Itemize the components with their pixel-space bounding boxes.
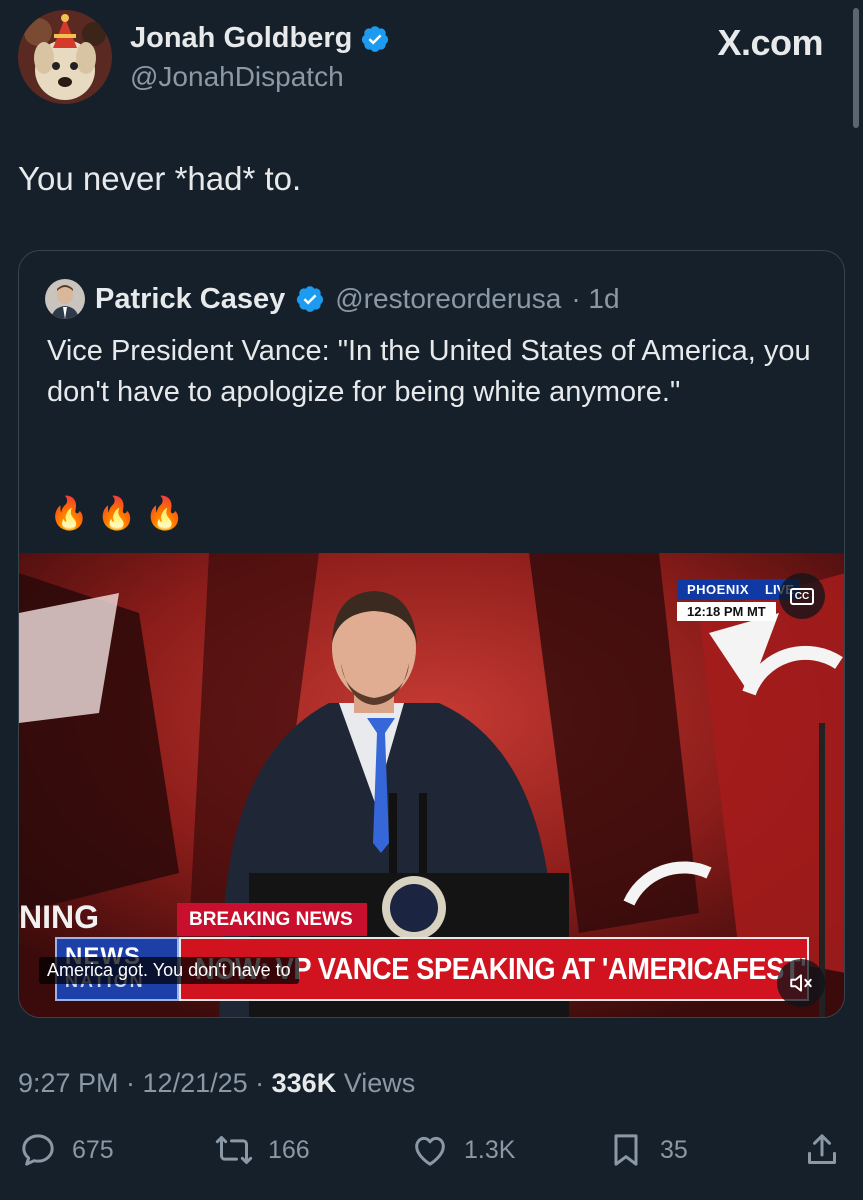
post-header: Jonah Goldberg @JonahDispatch X.com xyxy=(18,10,833,110)
author-name[interactable]: Jonah Goldberg xyxy=(130,22,352,55)
quoted-author-avatar[interactable] xyxy=(45,279,85,319)
muted-speaker-icon xyxy=(790,974,812,992)
reply-icon xyxy=(22,1134,54,1166)
post-timestamp[interactable]: 9:27 PM · 12/21/25 · xyxy=(18,1068,272,1098)
video-caption: America got. You don't have to xyxy=(39,957,299,984)
views-count: 336K xyxy=(271,1068,337,1098)
cc-icon: CC xyxy=(789,587,815,605)
repost-count: 166 xyxy=(268,1135,310,1164)
bookmark-button[interactable]: 35 xyxy=(606,1130,688,1170)
quoted-post[interactable]: Patrick Casey @restoreorderusa · 1d Vice… xyxy=(18,250,845,1018)
bookmark-icon xyxy=(614,1134,638,1166)
share-button[interactable] xyxy=(802,1130,842,1170)
fire-emoji: 🔥🔥🔥 xyxy=(49,495,193,531)
heart-icon xyxy=(415,1136,445,1166)
location-label: PHOENIX xyxy=(677,579,760,600)
author-handle[interactable]: @JonahDispatch xyxy=(130,61,390,93)
quoted-post-age: · 1d xyxy=(571,283,620,314)
author-name-row: Jonah Goldberg xyxy=(130,22,390,55)
site-label: X.com xyxy=(717,22,823,63)
author-avatar[interactable] xyxy=(18,10,112,104)
breaking-news-banner: BREAKING NEWS xyxy=(177,903,367,936)
video-player[interactable]: NING PHOENIXLIVE 12:18 PM MT CC BREAKING… xyxy=(19,553,844,1017)
post-meta: 9:27 PM · 12/21/25 · 336K Views xyxy=(18,1068,415,1099)
reply-button[interactable]: 675 xyxy=(18,1130,114,1170)
share-icon xyxy=(808,1134,836,1164)
closed-captions-button[interactable]: CC xyxy=(779,573,825,619)
post-text: You never *had* to. xyxy=(18,160,302,197)
views-label: Views xyxy=(336,1068,416,1098)
author-block: Jonah Goldberg @JonahDispatch xyxy=(130,22,390,93)
verified-badge-icon xyxy=(297,286,324,312)
reply-count: 675 xyxy=(72,1135,114,1164)
scrollbar[interactable] xyxy=(853,8,859,128)
background-signage-text: NING xyxy=(19,899,99,935)
broadcast-time: 12:18 PM MT xyxy=(677,602,776,621)
quoted-author-name[interactable]: Patrick Casey xyxy=(95,283,285,316)
like-button[interactable]: 1.3K xyxy=(410,1130,515,1170)
bookmark-count: 35 xyxy=(660,1135,688,1164)
quoted-post-text: Vice President Vance: "In the United Sta… xyxy=(47,335,811,408)
action-bar: 675 166 1.3K 35 xyxy=(18,1130,845,1180)
repost-button[interactable]: 166 xyxy=(214,1130,310,1170)
quoted-author-handle[interactable]: @restoreorderusa xyxy=(335,283,561,315)
repost-icon xyxy=(215,1136,253,1164)
verified-badge-icon xyxy=(362,25,389,52)
quoted-post-header: Patrick Casey @restoreorderusa · 1d xyxy=(45,279,620,319)
mute-button[interactable] xyxy=(777,959,825,1007)
like-count: 1.3K xyxy=(464,1135,516,1164)
